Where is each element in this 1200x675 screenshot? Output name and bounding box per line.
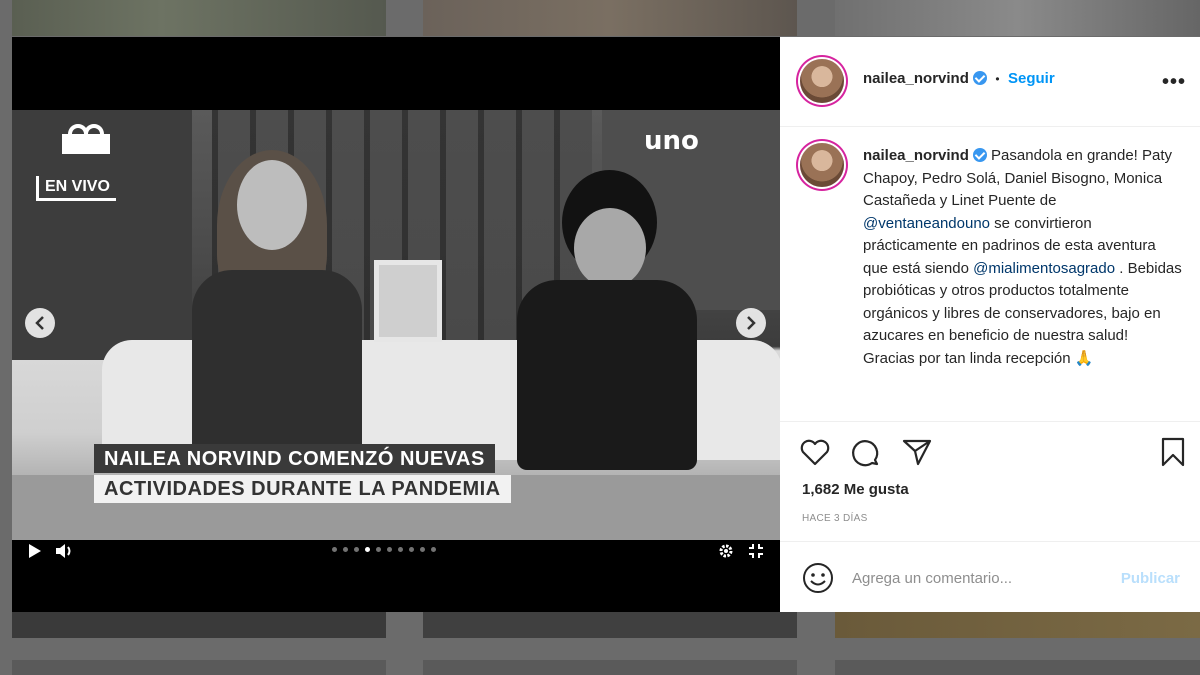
share-button[interactable] [900, 435, 934, 469]
save-button[interactable] [1156, 435, 1190, 469]
volume-button[interactable] [54, 541, 74, 561]
background-thumbnail [12, 0, 386, 36]
heart-icon [800, 439, 830, 466]
video-frame[interactable]: EN VIVO uno NAILEA NORVIND COMENZÓ NUEVA… [12, 110, 780, 540]
settings-button[interactable] [716, 541, 736, 561]
verified-badge-icon [972, 71, 987, 85]
bookmark-icon [1161, 437, 1185, 467]
post-header: nailea_norvind • Seguir ••• [780, 37, 1200, 127]
background-thumbnail [835, 612, 1200, 638]
caption-text: nailea_norvind Pasandola en grande! Paty… [863, 145, 1183, 370]
volume-icon [56, 544, 71, 558]
channel-logo: uno [644, 126, 699, 156]
carousel-dots [332, 547, 436, 552]
carousel-dot[interactable] [365, 547, 370, 552]
person-right [502, 170, 702, 470]
background-thumbnail [12, 612, 386, 638]
play-icon [29, 544, 41, 558]
avatar[interactable] [800, 59, 844, 103]
gear-icon [719, 544, 733, 558]
verified-badge-icon [972, 148, 987, 162]
live-badge: EN VIVO [36, 176, 116, 201]
post-caption: nailea_norvind Pasandola en grande! Paty… [780, 127, 1200, 422]
fullscreen-icon [749, 544, 763, 558]
caption-username[interactable]: nailea_norvind [863, 147, 969, 164]
comment-button[interactable] [848, 435, 882, 469]
video-controls [12, 539, 780, 563]
likes-count[interactable]: 1,682 Me gusta [802, 481, 909, 498]
post-info-panel: nailea_norvind • Seguir ••• nailea_norvi… [780, 37, 1200, 612]
carousel-dot[interactable] [420, 547, 425, 552]
fullscreen-button[interactable] [746, 541, 766, 561]
more-options-button[interactable]: ••• [1162, 71, 1186, 94]
avatar[interactable] [800, 143, 844, 187]
header-user: nailea_norvind • Seguir [863, 70, 1055, 88]
play-button[interactable] [25, 541, 45, 561]
post-actions: 1,682 Me gusta HACE 3 DÍAS [780, 421, 1200, 542]
comment-input[interactable]: Agrega un comentario... [852, 570, 1012, 587]
background-thumbnail [835, 660, 1200, 675]
carousel-dot[interactable] [409, 547, 414, 552]
news-lower-third: NAILEA NORVIND COMENZÓ NUEVAS ACTIVIDADE… [94, 444, 511, 503]
emoji-button[interactable] [802, 562, 834, 599]
background-thumbnail [423, 612, 797, 638]
carousel-dot[interactable] [376, 547, 381, 552]
person-left [182, 150, 372, 470]
background-thumbnail [12, 660, 386, 675]
carousel-dot[interactable] [387, 547, 392, 552]
background-thumbnail [423, 0, 797, 36]
smiley-icon [803, 563, 833, 593]
post-timestamp: HACE 3 DÍAS [802, 513, 868, 524]
follow-button[interactable]: Seguir [1008, 70, 1055, 87]
carousel-dot[interactable] [431, 547, 436, 552]
comment-box: Agrega un comentario... Publicar [780, 542, 1200, 612]
comment-icon [852, 440, 879, 467]
chevron-left-icon [35, 316, 44, 330]
carousel-dot[interactable] [343, 547, 348, 552]
paper-plane-icon [902, 439, 932, 466]
background-thumbnail [835, 0, 1200, 36]
post-media[interactable]: EN VIVO uno NAILEA NORVIND COMENZÓ NUEVA… [12, 37, 780, 612]
publish-button[interactable]: Publicar [1121, 570, 1180, 587]
headline-line-1: NAILEA NORVIND COMENZÓ NUEVAS [94, 444, 495, 473]
carousel-dot[interactable] [332, 547, 337, 552]
carousel-dot[interactable] [354, 547, 359, 552]
tv-network-logo [60, 124, 112, 168]
username[interactable]: nailea_norvind [863, 70, 969, 87]
separator: • [995, 72, 1000, 86]
next-button[interactable] [736, 308, 766, 338]
carousel-dot[interactable] [398, 547, 403, 552]
chevron-right-icon [747, 316, 756, 330]
post-modal: EN VIVO uno NAILEA NORVIND COMENZÓ NUEVA… [12, 37, 1200, 612]
like-button[interactable] [798, 435, 832, 469]
mention-link[interactable]: @ventaneandouno [863, 215, 990, 232]
background-thumbnail [423, 660, 797, 675]
previous-button[interactable] [25, 308, 55, 338]
headline-line-2: ACTIVIDADES DURANTE LA PANDEMIA [94, 475, 511, 503]
picture-frame [374, 260, 442, 342]
mention-link[interactable]: @mialimentosagrado [973, 260, 1115, 277]
